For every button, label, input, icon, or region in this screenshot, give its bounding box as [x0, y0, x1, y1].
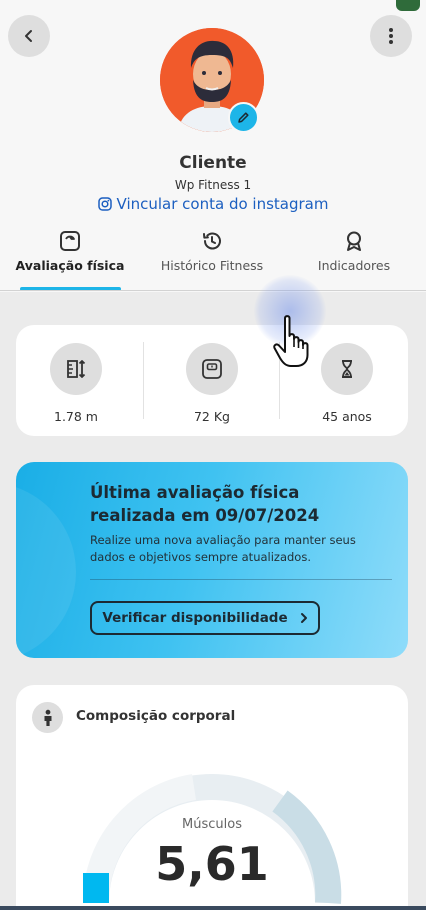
tab-avaliacao-fisica-label: Avaliação física	[15, 258, 125, 273]
more-options-button[interactable]	[370, 15, 412, 57]
status-badge	[396, 0, 420, 11]
award-icon	[347, 231, 361, 251]
link-instagram-button[interactable]: Vincular conta do instagram	[0, 195, 426, 213]
scale-icon	[202, 359, 222, 379]
height-icon	[67, 360, 86, 378]
decorative-shape	[16, 482, 76, 658]
gauge-metric-label: Músculos	[182, 817, 242, 832]
check-availability-button[interactable]: Verificar disponibilidade	[90, 601, 320, 635]
tab-indicadores[interactable]: Indicadores	[305, 230, 403, 290]
check-availability-label: Verificar disponibilidade	[102, 610, 288, 626]
person-icon	[44, 709, 51, 726]
scale-icon	[60, 231, 80, 251]
link-instagram-label: Vincular conta do instagram	[116, 195, 329, 213]
chevron-left-icon	[25, 30, 32, 42]
client-name: Cliente	[179, 153, 247, 173]
stat-height: 1.78 m	[16, 343, 136, 424]
last-assessment-card: Última avaliação física realizada em 09/…	[16, 462, 408, 658]
stat-weight-value: 72 Kg	[193, 409, 230, 424]
more-vertical-icon	[389, 28, 393, 44]
stat-height-value: 1.78 m	[54, 409, 98, 424]
stats-card: 1.78 m 72 Kg 45 anos	[16, 325, 408, 436]
edit-avatar-button[interactable]	[228, 102, 259, 133]
bottom-edge	[0, 906, 426, 910]
tab-historico-fitness-label: Histórico Fitness	[160, 258, 264, 273]
chevron-right-icon	[300, 613, 307, 623]
instagram-icon	[97, 197, 112, 211]
back-button[interactable]	[8, 15, 50, 57]
body-composition-title: Composição corporal	[76, 708, 236, 724]
pencil-icon	[238, 112, 249, 123]
hand-pointer-icon	[273, 315, 309, 367]
avatar	[160, 28, 264, 133]
promo-divider	[90, 579, 392, 580]
tab-historico-fitness[interactable]: Histórico Fitness	[150, 230, 274, 290]
stat-age-value: 45 anos	[322, 409, 372, 424]
tab-indicadores-label: Indicadores	[317, 258, 391, 273]
tab-avaliacao-fisica[interactable]: Avaliação física	[14, 230, 126, 290]
gauge-metric-value: 5,61	[155, 837, 269, 891]
last-assessment-title: Última avaliação física realizada em 09/…	[90, 483, 320, 525]
body-composition-card: Composição corporal Músculos 5,61	[16, 685, 408, 910]
last-assessment-description: Realize uma nova avaliação para manter s…	[90, 533, 356, 564]
stat-divider	[143, 342, 144, 419]
hourglass-icon	[342, 360, 352, 378]
stat-weight: 72 Kg	[152, 343, 272, 424]
gym-name: Wp Fitness 1	[174, 178, 252, 192]
history-icon	[203, 232, 221, 250]
tabs-divider	[0, 290, 426, 291]
